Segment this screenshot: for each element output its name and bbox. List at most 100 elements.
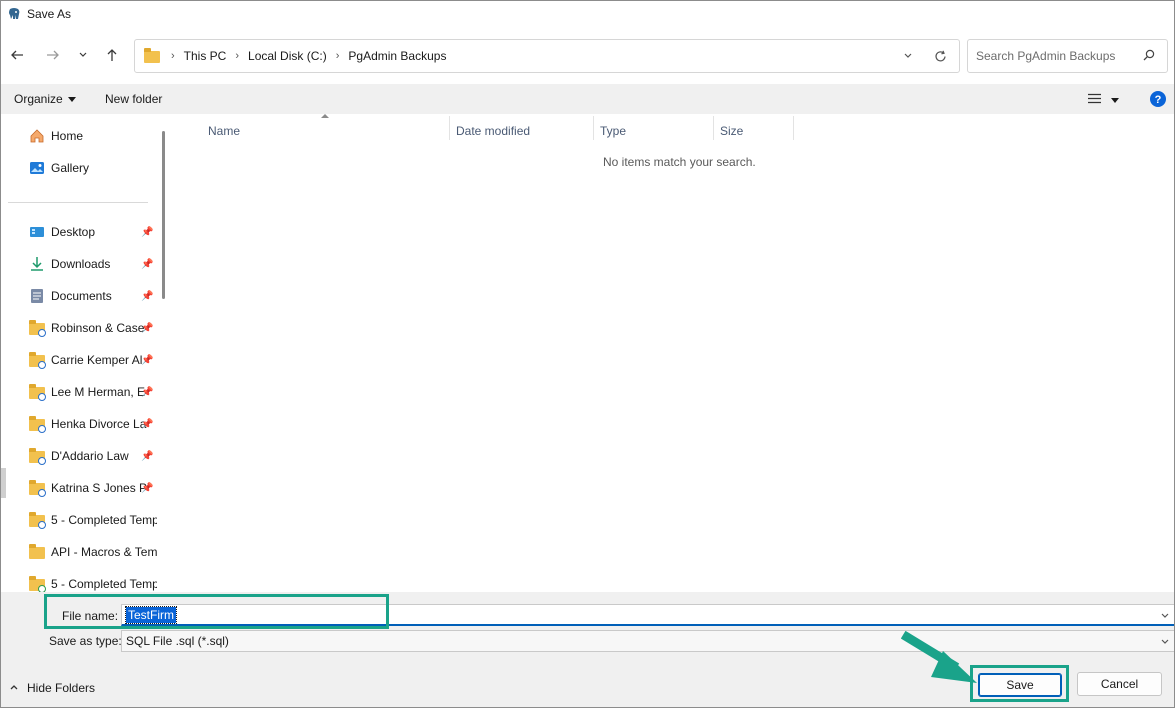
refresh-icon[interactable] [921,50,959,63]
annotation-highlight-filename [44,594,389,629]
address-actions [895,40,959,72]
pin-icon: 📌 [141,290,154,302]
column-label: Size [720,124,744,138]
navigation-bar: › This PC › Local Disk (C:) › PgAdmin Ba… [1,37,1174,75]
shared-folder-icon [29,352,46,369]
sidebar-item-folder[interactable]: Carrie Kemper Al [29,348,157,372]
search-input[interactable]: Search PgAdmin Backups [967,39,1168,73]
sidebar-item-label: Henka Divorce La [51,417,147,431]
help-icon: ? [1150,91,1166,110]
new-folder-label: New folder [105,92,163,106]
synced-folder-icon [29,576,46,592]
sidebar-item-label: Lee M Herman, E [51,385,146,399]
breadcrumb-chevron-icon[interactable]: › [171,50,175,62]
pgadmin-elephant-icon [7,7,21,21]
breadcrumb-pgadmin-backups[interactable]: PgAdmin Backups [348,49,446,63]
pin-icon: 📌 [141,418,154,430]
sidebar-item-downloads[interactable]: Downloads [29,252,157,276]
organize-label: Organize [14,92,63,106]
sidebar-item-label: D'Addario Law [51,449,129,463]
sidebar-item-label: Home [51,129,84,143]
filetype-value: SQL File .sql (*.sql) [126,634,229,648]
title-bar: Save As [1,1,1174,27]
search-icon [1143,49,1155,64]
breadcrumb-chevron-icon[interactable]: › [235,50,239,62]
save-as-dialog: Save As › This PC › Local Disk (C:) › Pg… [0,0,1175,708]
sidebar-item-folder[interactable]: Henka Divorce La [29,412,157,436]
column-divider[interactable] [793,116,794,140]
chevron-down-icon[interactable] [1160,610,1170,624]
shared-folder-icon [29,448,46,465]
navigation-pane: Home Gallery Desktop 📌 Downloads 📌 Docum… [1,114,171,592]
column-divider[interactable] [593,116,594,140]
pin-icon: 📌 [141,354,154,366]
address-bar[interactable]: › This PC › Local Disk (C:) › PgAdmin Ba… [134,39,960,73]
sidebar-item-folder[interactable]: Robinson & Case [29,316,157,340]
search-placeholder: Search PgAdmin Backups [976,49,1116,63]
column-divider[interactable] [713,116,714,140]
filetype-select[interactable]: SQL File .sql (*.sql) [121,630,1174,652]
file-list-pane[interactable]: Name Date modified Type Size No items ma… [173,114,1174,592]
pin-icon: 📌 [141,386,154,398]
breadcrumb-this-pc[interactable]: This PC [184,49,227,63]
column-divider[interactable] [449,116,450,140]
sidebar-item-folder[interactable]: Katrina S Jones P [29,476,157,500]
column-label: Name [208,124,241,138]
back-arrow-icon[interactable] [5,43,29,67]
sidebar-item-folder[interactable]: D'Addario Law [29,444,157,468]
column-label: Type [600,124,627,138]
gallery-icon [29,160,45,176]
hide-folders-button[interactable]: Hide Folders [9,681,95,695]
column-label: Date modified [456,124,531,138]
sidebar-item-label: Desktop [51,225,96,239]
sidebar-item-home[interactable]: Home [29,124,157,148]
chevron-down-icon [1111,97,1119,103]
sidebar-item-folder[interactable]: API - Macros & Tem [29,540,157,564]
chevron-down-icon [67,96,76,102]
pin-icon: 📌 [141,226,154,238]
sidebar-item-label: Gallery [51,161,90,175]
pin-icon: 📌 [141,322,154,334]
column-header-type[interactable]: Type [600,120,626,142]
chevron-up-icon [9,681,19,695]
sidebar-item-label: API - Macros & Tem [51,545,157,559]
pin-icon: 📌 [141,450,154,462]
shared-folder-icon [29,320,46,337]
sidebar-item-desktop[interactable]: Desktop [29,220,157,244]
help-button[interactable]: ? [1150,91,1166,110]
organize-button[interactable]: Organize [14,92,76,106]
sidebar-scrollbar-thumb[interactable] [162,131,165,299]
sidebar-item-folder[interactable]: 5 - Completed Temp [29,508,157,532]
chevron-down-icon[interactable] [1160,636,1170,650]
pin-icon: 📌 [141,258,154,270]
filetype-label: Save as type: [49,634,122,648]
cancel-button[interactable]: Cancel [1077,672,1162,696]
folder-icon [144,48,162,63]
sidebar-item-documents[interactable]: Documents [29,284,157,308]
empty-message: No items match your search. [603,155,756,169]
sidebar-item-label: 5 - Completed Temp [51,577,157,591]
recent-locations-chevron-icon[interactable] [71,43,95,67]
column-header-date-modified[interactable]: Date modified [456,120,530,142]
breadcrumb-chevron-icon[interactable]: › [336,50,340,62]
svg-text:?: ? [1155,94,1162,106]
breadcrumb-local-disk[interactable]: Local Disk (C:) [248,49,327,63]
home-icon [29,128,45,144]
sidebar-item-folder[interactable]: 5 - Completed Temp [29,572,157,592]
view-options-button[interactable] [1088,93,1119,107]
shared-folder-icon [29,416,46,433]
sidebar-item-label: Documents [51,289,112,303]
column-header-size[interactable]: Size [720,120,743,142]
up-arrow-icon[interactable] [100,43,124,67]
forward-arrow-icon[interactable] [41,43,65,67]
window-title: Save As [27,7,72,21]
resize-edge [1,468,6,498]
new-folder-button[interactable]: New folder [105,92,162,106]
column-header-name[interactable]: Name [208,120,240,142]
address-dropdown-icon[interactable] [895,51,921,61]
command-bar: Organize New folder ? [1,84,1174,114]
documents-icon [29,288,45,304]
sidebar-item-folder[interactable]: Lee M Herman, E [29,380,157,404]
folder-icon [29,544,45,560]
sidebar-item-gallery[interactable]: Gallery [29,156,157,180]
